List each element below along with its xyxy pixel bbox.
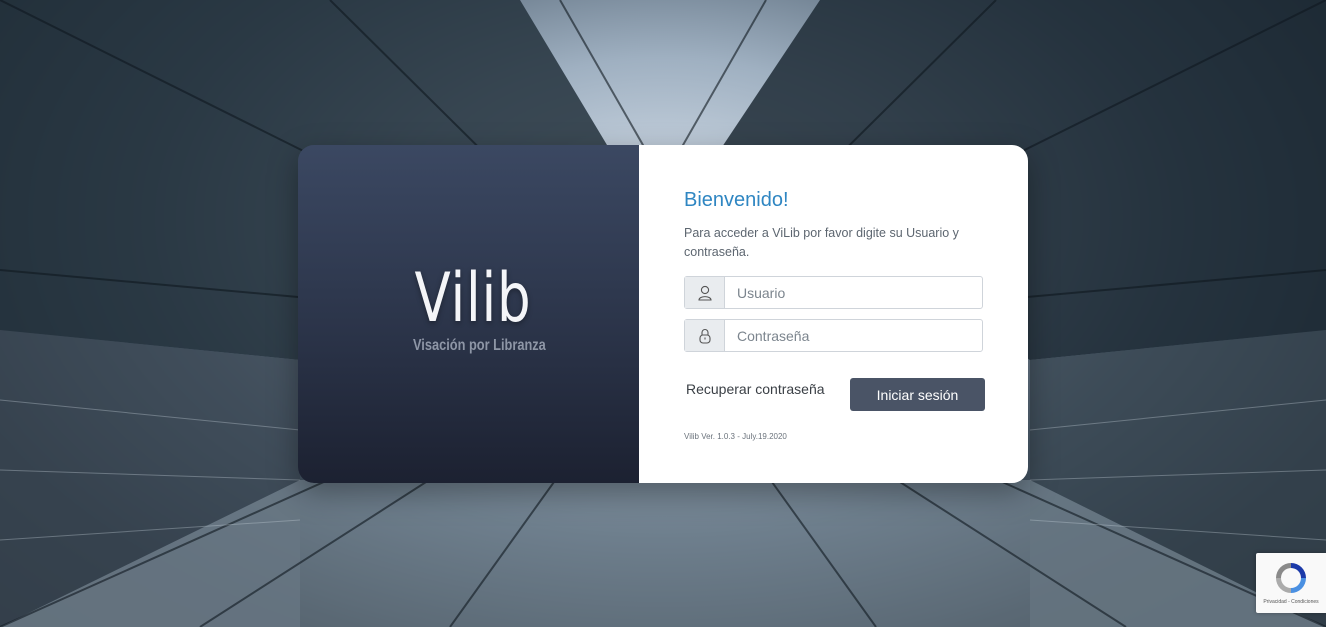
recaptcha-icon — [1271, 559, 1311, 602]
logo-tagline: Visación por Libranza — [413, 337, 546, 354]
username-input[interactable] — [725, 277, 982, 308]
recaptcha-terms: Privacidad - Condiciones — [1263, 599, 1319, 605]
logo-wordmark: Vilib — [414, 259, 532, 338]
lock-icon — [685, 320, 725, 351]
recaptcha-badge[interactable]: Privacidad - Condiciones — [1256, 553, 1326, 613]
user-icon — [685, 277, 725, 308]
password-field-group — [684, 319, 983, 352]
welcome-title: Bienvenido! — [684, 189, 789, 211]
login-button[interactable]: Iniciar sesión — [850, 378, 985, 411]
login-form-panel: Bienvenido! Para acceder a ViLib por fav… — [639, 145, 1028, 483]
password-input[interactable] — [725, 320, 982, 351]
login-card: Vilib Visación por Libranza Bienvenido! … — [298, 145, 1028, 483]
login-instructions: Para acceder a ViLib por favor digite su… — [684, 226, 959, 259]
vilib-logo: Vilib Visación por Libranza — [398, 263, 548, 355]
brand-panel: Vilib Visación por Libranza — [298, 145, 639, 483]
version-label: Vilib Ver. 1.0.3 - July.19.2020 — [684, 432, 787, 441]
username-field-group — [684, 276, 983, 309]
recover-password-link[interactable]: Recuperar contraseña — [686, 381, 825, 397]
